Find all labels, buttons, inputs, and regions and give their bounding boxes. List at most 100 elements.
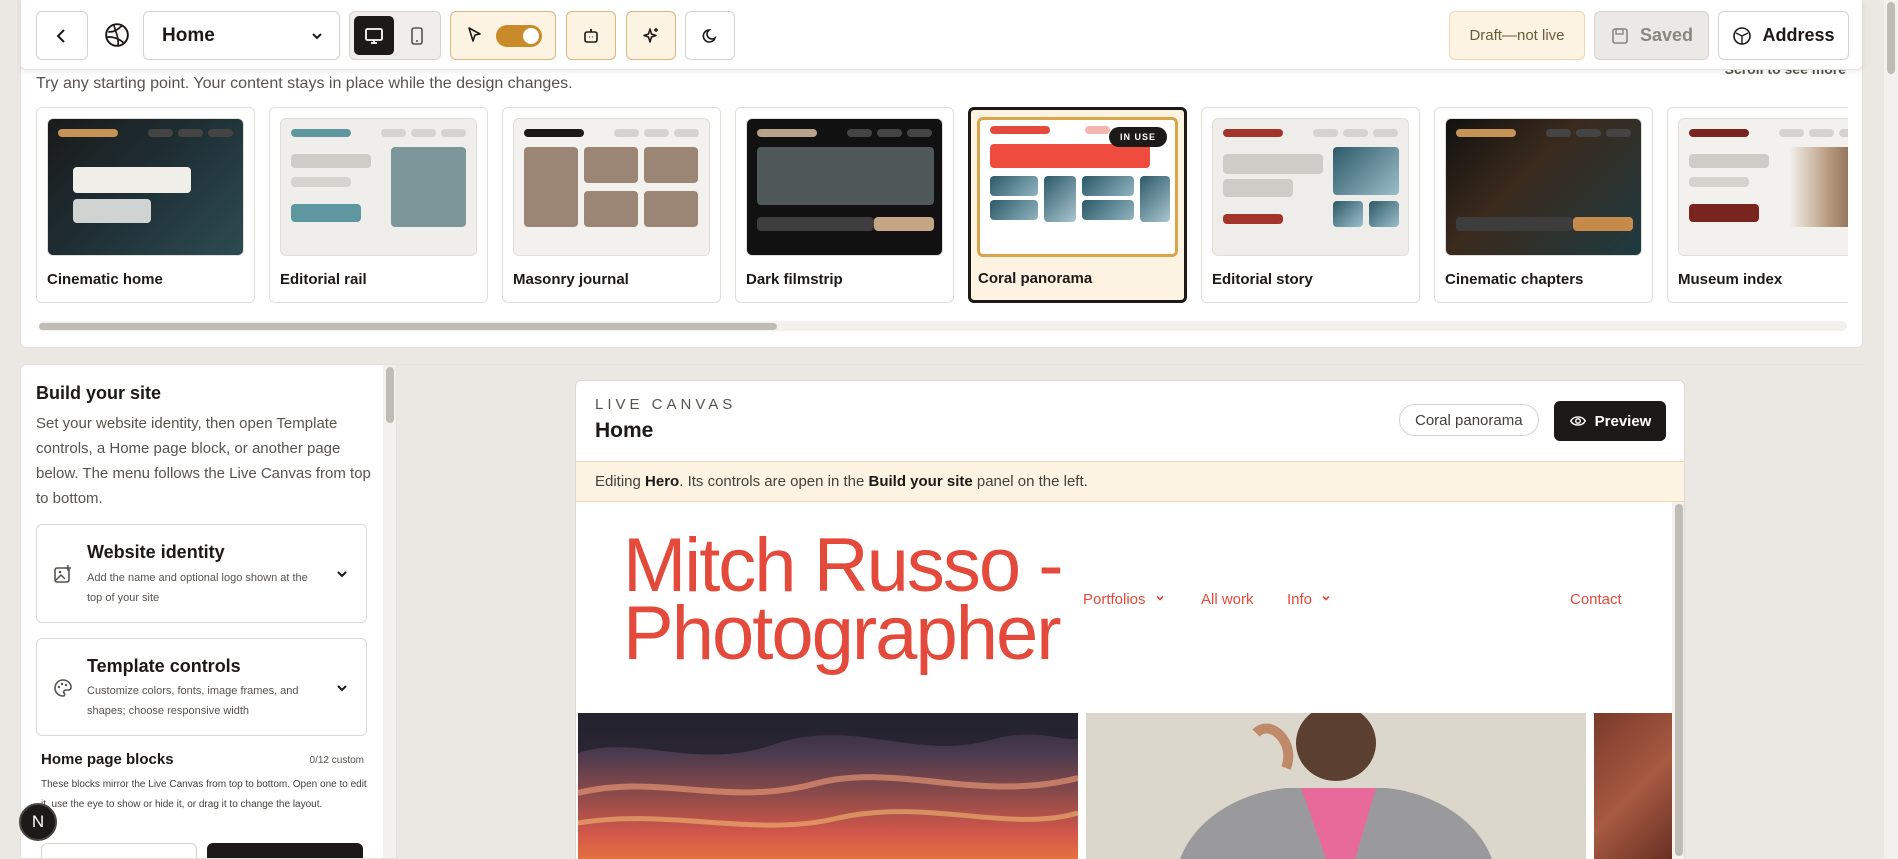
- template-controls-desc: Customize colors, fonts, image frames, a…: [87, 685, 299, 717]
- website-identity-section[interactable]: Website identity Add the name and option…: [36, 524, 367, 623]
- canvas-area: LIVE CANVAS Home Coral panorama Preview …: [397, 364, 1863, 859]
- identity-desc: Add the name and optional logo shown at …: [87, 572, 308, 604]
- home-blocks-count: 0/12 custom: [309, 755, 364, 766]
- template-picker: Try any starting point. Your content sta…: [20, 50, 1863, 348]
- canvas-scrollbar[interactable]: [1672, 502, 1684, 859]
- template-card[interactable]: Editorial rail: [269, 107, 488, 303]
- top-toolbar: Home Draft—not live Saved Address: [20, 0, 1863, 70]
- template-label: Editorial rail: [280, 271, 367, 288]
- robot-icon: [584, 28, 598, 43]
- live-canvas: LIVE CANVAS Home Coral panorama Preview …: [575, 380, 1685, 859]
- nav-info-label: Info: [1287, 591, 1313, 608]
- template-controls-heading: Template controls: [87, 656, 241, 676]
- page-select[interactable]: Home: [143, 11, 340, 60]
- template-card[interactable]: Museum index: [1667, 107, 1848, 303]
- add-portfolio-block-button[interactable]: Portfolio grid: [207, 843, 363, 858]
- select-mode-toggle[interactable]: [450, 11, 556, 60]
- chevron-down-icon: [337, 571, 347, 578]
- edit-mid: . Its controls are open in the: [679, 473, 869, 490]
- assistant-button[interactable]: [566, 11, 616, 60]
- portrait-image: [1086, 713, 1586, 859]
- template-card[interactable]: Cinematic chapters: [1434, 107, 1653, 303]
- template-card-active[interactable]: IN USE Coral panorama: [968, 107, 1187, 303]
- current-template-pill: Coral panorama: [1399, 404, 1539, 436]
- live-canvas-label: LIVE CANVAS: [595, 396, 737, 413]
- ai-magic-button[interactable]: [626, 11, 676, 60]
- save-icon: [1612, 27, 1628, 44]
- desktop-view-button[interactable]: [354, 16, 394, 55]
- build-sidebar: Build your site Set your website identit…: [20, 364, 397, 859]
- saved-button[interactable]: Saved: [1594, 11, 1709, 60]
- identity-heading: Website identity: [87, 542, 225, 562]
- cursor-icon: [468, 27, 481, 42]
- sidebar-description: Set your website identity, then open Tem…: [36, 415, 371, 507]
- edit-block-name: Hero: [645, 473, 680, 490]
- template-card[interactable]: Cinematic home: [36, 107, 255, 303]
- page-select-value: Home: [162, 24, 215, 46]
- sunset-clouds-image: [578, 713, 1078, 828]
- site-title[interactable]: Mitch Russo - Photographer: [623, 528, 1064, 672]
- preview-label: Preview: [1594, 412, 1652, 430]
- template-label: Masonry journal: [513, 271, 629, 288]
- add-text-block-button[interactable]: Text block: [41, 843, 197, 858]
- address-button[interactable]: Address: [1718, 11, 1849, 60]
- nav-all-work[interactable]: All work: [1201, 591, 1254, 608]
- nav-portfolios[interactable]: Portfolios: [1083, 591, 1166, 608]
- edit-suffix: panel on the left.: [972, 473, 1088, 490]
- eye-icon: [1569, 416, 1586, 426]
- live-canvas-page: Home: [595, 419, 654, 442]
- image-edit-icon: [54, 565, 71, 583]
- template-controls-section[interactable]: Template controls Customize colors, font…: [36, 638, 367, 736]
- sparkles-icon: [643, 27, 658, 43]
- chevron-down-icon: [312, 33, 322, 40]
- in-use-badge: IN USE: [1108, 127, 1167, 147]
- select-toggle-switch[interactable]: [496, 25, 542, 47]
- sidebar-scrollbar[interactable]: [383, 365, 396, 858]
- gallery-photo-rock[interactable]: [1594, 713, 1672, 859]
- template-card[interactable]: Dark filmstrip: [735, 107, 954, 303]
- template-label: Cinematic chapters: [1445, 271, 1584, 288]
- edit-panel-name: Build your site: [868, 473, 973, 490]
- template-thumbnail: [280, 118, 477, 256]
- draft-status-badge: Draft—not live: [1449, 11, 1585, 60]
- editing-notice: Editing Hero. Its controls are open in t…: [576, 461, 1684, 502]
- device-toggle: [349, 11, 441, 60]
- mobile-view-button[interactable]: [397, 16, 437, 55]
- phone-icon: [411, 26, 423, 45]
- template-thumbnail: IN USE: [977, 117, 1178, 257]
- template-thumbnail: [1445, 118, 1642, 256]
- saved-label: Saved: [1639, 25, 1694, 45]
- site-preview[interactable]: Mitch Russo - Photographer Portfolios Al…: [576, 502, 1672, 859]
- picker-scrollbar[interactable]: [39, 321, 1847, 331]
- home-blocks-title: Home page blocks: [41, 751, 174, 768]
- template-cards: Cinematic home Editorial rail Masonry jo…: [36, 107, 1848, 307]
- template-label: Editorial story: [1212, 271, 1313, 288]
- template-card[interactable]: Masonry journal: [502, 107, 721, 303]
- gallery-photo-sunset[interactable]: [578, 713, 1078, 859]
- template-label: Dark filmstrip: [746, 271, 843, 288]
- monitor-icon: [365, 27, 383, 44]
- dark-mode-button[interactable]: [685, 11, 735, 60]
- nav-portfolios-label: Portfolios: [1083, 591, 1146, 608]
- template-thumbnail: [513, 118, 710, 256]
- nav-contact[interactable]: Contact: [1570, 591, 1622, 608]
- globe-icon: [1733, 26, 1752, 45]
- site-logo-icon[interactable]: [101, 16, 133, 54]
- picker-hint: Try any starting point. Your content sta…: [36, 75, 573, 92]
- template-label: Museum index: [1678, 271, 1783, 288]
- dev-tools-badge[interactable]: N: [19, 803, 57, 841]
- chevron-down-icon: [337, 685, 347, 692]
- nav-info[interactable]: Info: [1287, 591, 1332, 608]
- palette-icon: [54, 679, 72, 697]
- template-thumbnail: [1678, 118, 1848, 256]
- back-button[interactable]: [36, 11, 88, 60]
- template-label: Coral panorama: [978, 270, 1093, 287]
- chevron-down-icon: [1322, 595, 1330, 601]
- gallery-photo-portrait[interactable]: [1086, 713, 1586, 859]
- template-card[interactable]: Editorial story: [1201, 107, 1420, 303]
- moon-icon: [702, 28, 717, 43]
- template-thumbnail: [746, 118, 943, 256]
- preview-button[interactable]: Preview: [1554, 401, 1666, 441]
- page-scrollbar[interactable]: [1884, 0, 1898, 859]
- edit-prefix: Editing: [595, 473, 646, 490]
